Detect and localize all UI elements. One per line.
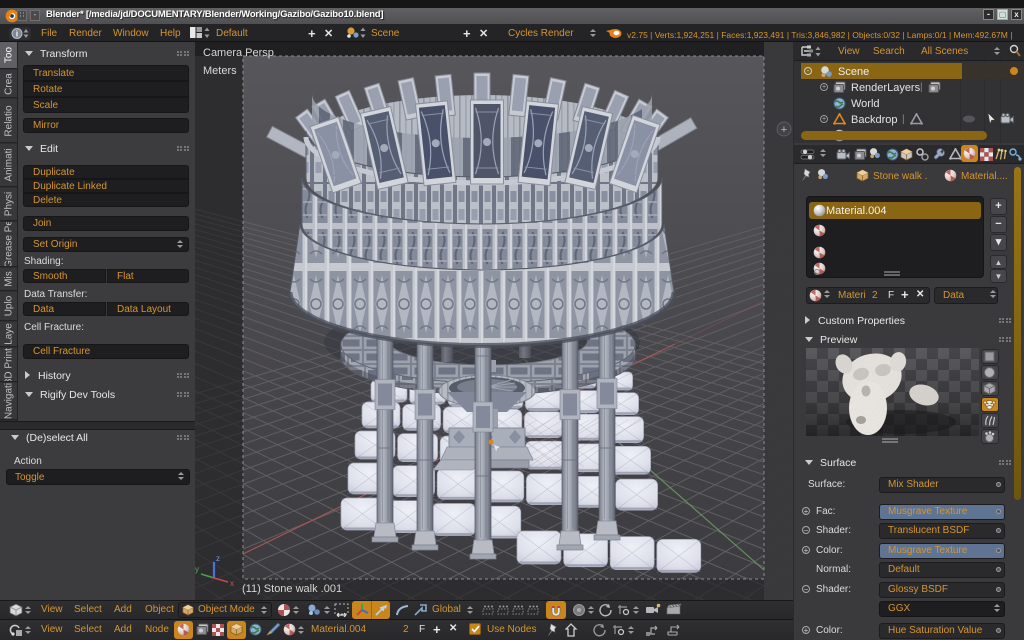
svg-text:z: z [216, 554, 220, 563]
svg-text:i: i [16, 30, 18, 39]
svg-text:(11) Stone walk .001: (11) Stone walk .001 [242, 583, 342, 595]
svg-text:+: + [781, 124, 787, 136]
svg-text:y: y [195, 565, 199, 574]
svg-text:x: x [230, 579, 234, 588]
svg-text:Meters: Meters [203, 65, 237, 77]
svg-text:Camera Persp: Camera Persp [203, 47, 274, 59]
